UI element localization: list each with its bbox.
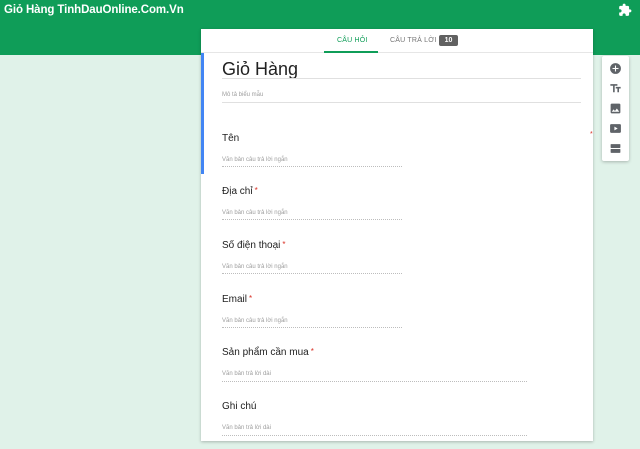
answer-line <box>222 273 402 274</box>
add-question-icon[interactable] <box>609 62 622 75</box>
question-label: Địa chỉ <box>222 186 253 197</box>
answer-placeholder: Văn bản trả lời dài <box>222 371 271 377</box>
question-label: Tên <box>222 133 240 144</box>
answer-placeholder: Văn bản trả lời dài <box>222 425 271 431</box>
form-title-input[interactable]: Giỏ Hàng <box>222 59 298 80</box>
question-item[interactable]: Sản phẩm cần mua * <box>222 347 314 358</box>
question-item[interactable]: Ghi chú <box>222 401 256 412</box>
add-section-icon[interactable] <box>609 142 622 155</box>
question-item[interactable]: Địa chỉ * <box>222 186 258 197</box>
answer-placeholder: Văn bản câu trả lời ngắn <box>222 264 288 270</box>
required-asterisk: * <box>249 294 253 303</box>
question-item[interactable]: Tên <box>222 133 239 144</box>
answer-line <box>222 219 402 220</box>
add-image-icon[interactable] <box>609 102 622 115</box>
answer-line <box>222 381 527 382</box>
question-label: Email <box>222 294 248 305</box>
tab-bar: CÂU HỎI CÂU TRẢ LỜI 10 <box>201 29 593 53</box>
answer-placeholder: Văn bản câu trả lời ngắn <box>222 210 288 216</box>
active-section-indicator <box>201 53 204 174</box>
puzzle-icon[interactable] <box>618 3 632 17</box>
required-asterisk: * <box>254 186 258 195</box>
required-asterisk: * <box>310 347 314 356</box>
question-item[interactable]: Email * <box>222 294 252 305</box>
answer-line <box>222 435 527 436</box>
form-title-underline <box>222 78 581 79</box>
form-description-underline <box>222 102 581 103</box>
floating-toolbar <box>602 56 629 161</box>
responses-count-badge: 10 <box>439 35 458 46</box>
answer-placeholder: Văn bản câu trả lời ngắn <box>222 318 288 324</box>
question-label: Số điện thoại <box>222 240 281 251</box>
question-item[interactable]: Số điện thoại * <box>222 240 286 251</box>
answer-line <box>222 166 402 167</box>
required-asterisk: * <box>590 131 593 138</box>
answer-placeholder: Văn bản câu trả lời ngắn <box>222 157 288 163</box>
tab-responses[interactable]: CÂU TRẢ LỜI <box>390 37 437 44</box>
form-description-input[interactable]: Mô tả biểu mẫu <box>222 92 263 98</box>
answer-line <box>222 327 402 328</box>
question-label: Ghi chú <box>222 401 257 412</box>
question-label: Sản phẩm cần mua <box>222 347 309 358</box>
add-video-icon[interactable] <box>609 122 622 135</box>
required-asterisk: * <box>282 240 286 249</box>
form-editor-card: CÂU HỎI CÂU TRẢ LỜI 10 Giỏ Hàng Mô tả bi… <box>201 29 593 441</box>
tab-active-indicator <box>324 51 378 53</box>
tab-questions[interactable]: CÂU HỎI <box>337 37 368 44</box>
app-title: Giỏ Hàng TinhDauOnline.Com.Vn <box>4 4 184 16</box>
add-title-icon[interactable] <box>609 82 622 95</box>
